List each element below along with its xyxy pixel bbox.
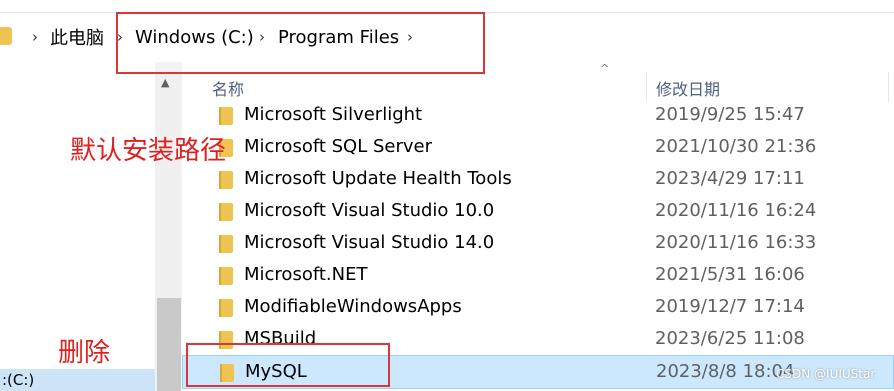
list-item[interactable]: Microsoft Visual Studio 14.0 2020/11/16 … [182, 227, 894, 259]
chevron-right-icon[interactable]: › [28, 26, 42, 48]
folder-icon [0, 27, 12, 45]
folder-icon [219, 299, 233, 317]
list-item[interactable]: Microsoft Silverlight 2019/9/25 15:47 [182, 99, 894, 131]
list-item[interactable]: Microsoft.NET 2021/5/31 16:06 [182, 259, 894, 291]
folder-icon [219, 171, 233, 189]
column-name[interactable]: 名称 [212, 76, 244, 100]
file-date: 2019/9/25 15:47 [655, 104, 805, 125]
file-date: 2021/5/31 16:06 [655, 264, 805, 285]
file-date: 2020/11/16 16:24 [655, 200, 817, 221]
annotation-default-path: 默认安装路径 [70, 136, 227, 166]
nav-item-c-drive[interactable]: :(C:) [0, 369, 155, 391]
file-date: 2023/8/8 18:04 [656, 361, 795, 382]
folder-icon [219, 235, 233, 253]
scroll-up-icon[interactable]: ▲ [161, 76, 169, 89]
folder-icon [219, 267, 233, 285]
file-name: ModifiableWindowsApps [244, 296, 462, 317]
list-item[interactable]: Microsoft SQL Server 2021/10/30 21:36 [182, 131, 894, 163]
file-name: Microsoft Visual Studio 14.0 [244, 232, 495, 253]
column-date-modified[interactable]: 修改日期 [656, 76, 720, 100]
list-item[interactable]: Microsoft Update Health Tools 2023/4/29 … [182, 163, 894, 195]
column-divider[interactable] [888, 72, 889, 102]
folder-icon [219, 203, 233, 221]
annotation-delete: 删除 [58, 338, 111, 368]
list-item[interactable]: ModifiableWindowsApps 2019/12/7 17:14 [182, 291, 894, 323]
nav-scrollbar-thumb[interactable] [157, 298, 181, 391]
file-name: Microsoft.NET [244, 264, 368, 285]
file-date: 2019/12/7 17:14 [655, 296, 805, 317]
highlight-box-path [116, 12, 485, 74]
file-date: 2023/6/25 11:08 [655, 328, 805, 349]
watermark: CSDN @IUIUStar [776, 367, 876, 381]
list-item[interactable]: Microsoft Visual Studio 10.0 2020/11/16 … [182, 195, 894, 227]
highlight-box-mysql [186, 343, 390, 387]
sort-up-icon: ^ [600, 62, 610, 75]
file-date: 2023/4/29 17:11 [655, 168, 805, 189]
file-date: 2020/11/16 16:33 [655, 232, 817, 253]
folder-icon [219, 107, 233, 125]
file-name: Microsoft Visual Studio 10.0 [244, 200, 495, 221]
file-date: 2021/10/30 21:36 [655, 136, 817, 157]
breadcrumb-this-pc[interactable]: 此电脑 [50, 24, 104, 50]
file-name: Microsoft Update Health Tools [244, 168, 512, 189]
file-name: Microsoft SQL Server [244, 136, 433, 157]
column-divider[interactable] [646, 72, 647, 102]
file-name: Microsoft Silverlight [244, 104, 423, 125]
